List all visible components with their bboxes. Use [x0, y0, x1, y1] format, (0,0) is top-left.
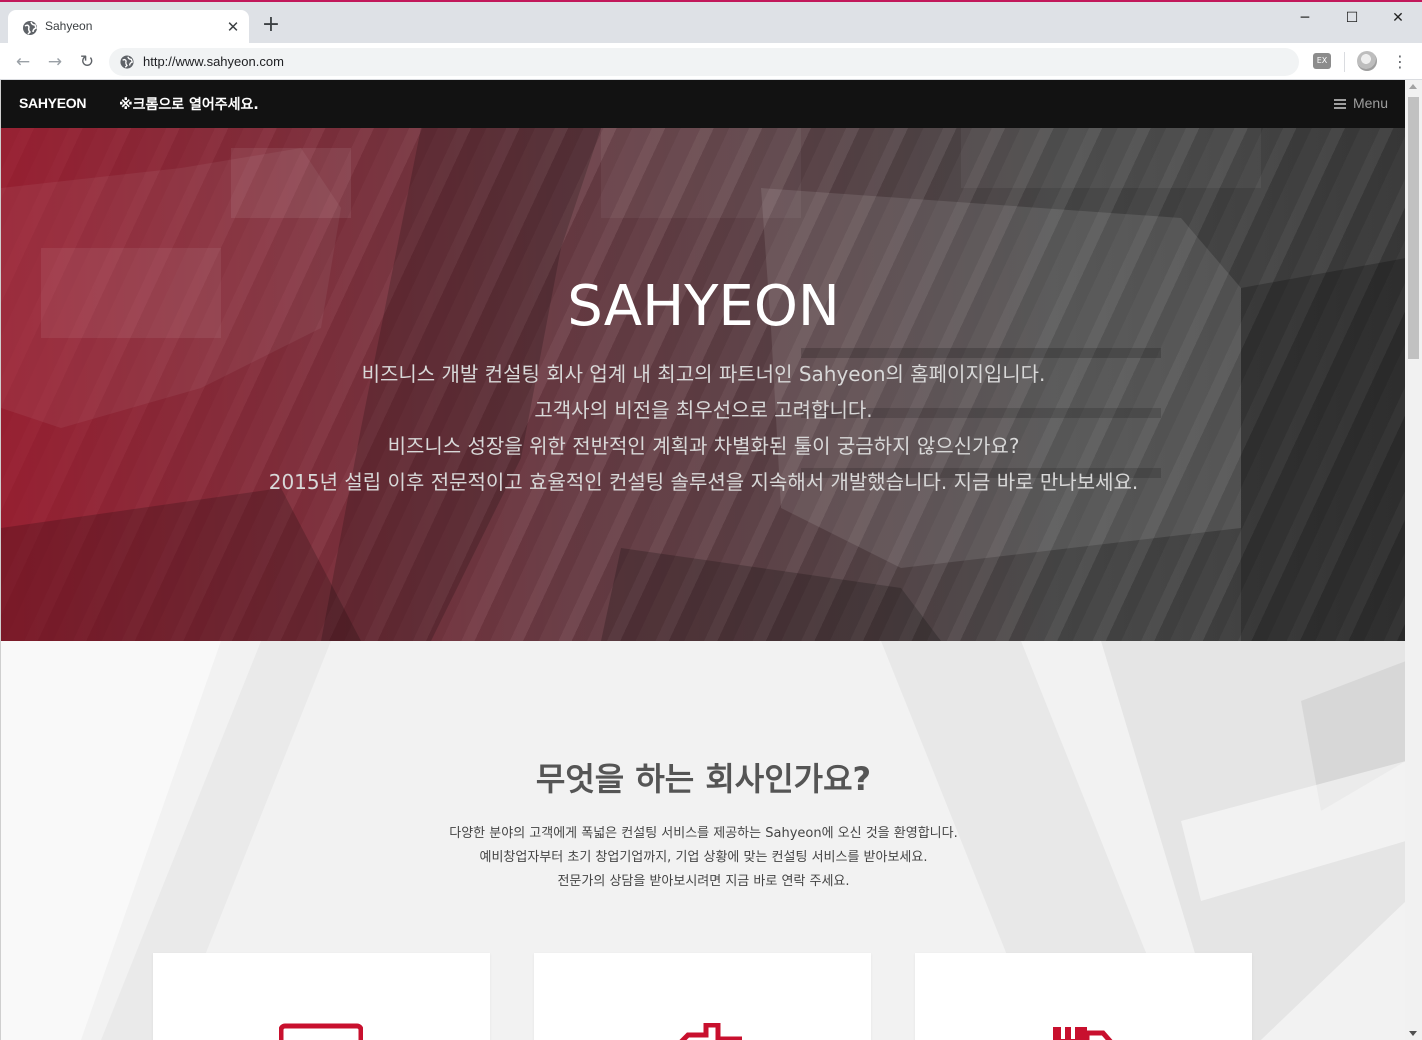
service-card[interactable]	[915, 953, 1252, 1040]
minimize-button[interactable]: ─	[1290, 8, 1320, 28]
profile-avatar[interactable]	[1357, 51, 1377, 71]
close-window-button[interactable]: ✕	[1383, 8, 1413, 28]
tab-close-icon[interactable]: ✕	[225, 19, 241, 35]
back-button[interactable]: ←	[12, 51, 34, 73]
hero-section: SAHYEON 비즈니스 개발 컨설팅 회사 업계 내 최고의 파트너인 Sah…	[1, 128, 1405, 641]
menu-button[interactable]: Menu	[1333, 95, 1388, 111]
page-scrollbar[interactable]	[1405, 80, 1422, 1040]
truck-icon	[1053, 1027, 1113, 1040]
browser-toolbar: ← → ↻ http://www.sahyeon.com EX ⋮	[0, 43, 1422, 80]
hamburger-icon	[1333, 99, 1346, 109]
url-text: http://www.sahyeon.com	[143, 54, 284, 69]
maximize-button[interactable]: ☐	[1337, 8, 1367, 28]
toolbar-divider	[1344, 52, 1345, 72]
new-tab-button[interactable]: +	[260, 14, 282, 36]
extension-icon[interactable]: EX	[1313, 53, 1331, 69]
about-section: 무엇을 하는 회사인가요? 다양한 분야의 고객에게 폭넓은 컨설팅 서비스를 …	[1, 641, 1405, 1040]
globe-icon	[23, 21, 37, 35]
about-line: 예비창업자부터 초기 창업기업까지, 기업 상황에 맞는 컨설팅 서비스를 받아…	[479, 850, 928, 865]
tab-title: Sahyeon	[45, 19, 93, 33]
id-card-icon	[279, 1023, 363, 1040]
globe-icon	[120, 55, 134, 69]
browser-notice: ※크롬으로 열어주세요.	[119, 97, 259, 113]
service-card[interactable]	[153, 953, 490, 1040]
hero-title: SAHYEON	[567, 274, 840, 339]
site-brand-link[interactable]: SAHYEON	[19, 95, 86, 111]
scroll-down-arrow-icon[interactable]	[1409, 1031, 1417, 1036]
browser-tab[interactable]: Sahyeon ✕	[8, 10, 249, 45]
page-viewport: SAHYEON ※크롬으로 열어주세요. Menu SAHYEON 비즈니스 개…	[0, 80, 1405, 1040]
hero-line: 고객사의 비전을 최우선으로 고려합니다.	[534, 398, 873, 422]
about-description: 다양한 분야의 고객에게 폭넓은 컨설팅 서비스를 제공하는 Sahyeon에 …	[1, 822, 1405, 894]
hero-description: 비즈니스 개발 컨설팅 회사 업계 내 최고의 파트너인 Sahyeon의 홈페…	[1, 356, 1405, 500]
about-title: 무엇을 하는 회사인가요?	[535, 760, 872, 798]
handshake-icon	[679, 1023, 742, 1040]
hero-line: 비즈니스 성장을 위한 전반적인 계획과 차별화된 툴이 궁금하지 않으신가요?	[387, 434, 1020, 458]
menu-label: Menu	[1352, 95, 1388, 111]
browser-menu-icon[interactable]: ⋮	[1392, 51, 1408, 73]
hero-line: 2015년 설립 이후 전문적이고 효율적인 컨설팅 솔루션을 지속해서 개발했…	[268, 470, 1139, 494]
about-line: 다양한 분야의 고객에게 폭넓은 컨설팅 서비스를 제공하는 Sahyeon에 …	[449, 826, 958, 841]
hero-line: 비즈니스 개발 컨설팅 회사 업계 내 최고의 파트너인 Sahyeon의 홈페…	[361, 362, 1046, 386]
forward-button[interactable]: →	[44, 51, 66, 73]
scroll-up-arrow-icon[interactable]	[1409, 84, 1417, 89]
browser-titlebar: Sahyeon ✕ + ─ ☐ ✕	[0, 0, 1422, 45]
address-bar[interactable]: http://www.sahyeon.com	[109, 48, 1299, 76]
reload-button[interactable]: ↻	[76, 51, 98, 73]
scroll-thumb[interactable]	[1408, 97, 1419, 359]
service-card[interactable]	[534, 953, 871, 1040]
site-navbar: SAHYEON ※크롬으로 열어주세요. Menu	[1, 80, 1405, 128]
about-line: 전문가의 상담을 받아보시려면 지금 바로 연락 주세요.	[557, 874, 850, 889]
